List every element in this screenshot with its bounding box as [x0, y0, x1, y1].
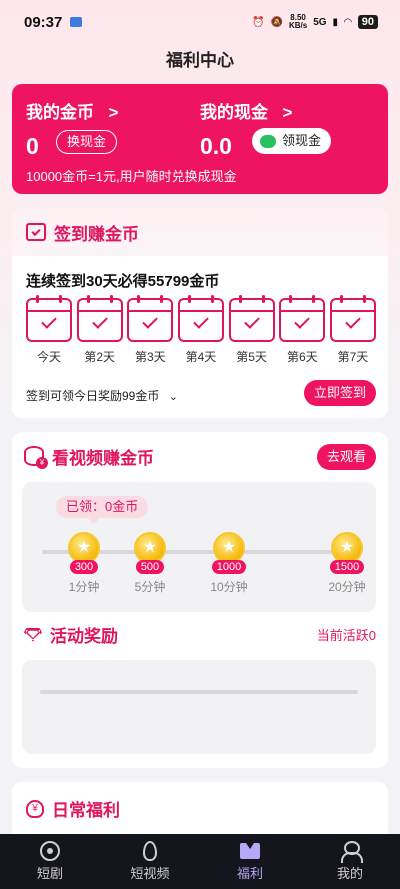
wifi-icon: ◠ — [344, 16, 352, 28]
milestone-time: 5分钟 — [134, 580, 166, 594]
day-label: 第7天 — [337, 350, 369, 364]
signin-day[interactable]: 第7天 — [329, 295, 376, 365]
video-progress: 已领：0金币 ★ 300 1分钟 ★ 500 5分钟 ★ 1000 10分钟 ★… — [22, 482, 376, 612]
cash-value: 0.0 — [200, 133, 232, 159]
exchange-cash-button[interactable]: 换现金 — [56, 130, 118, 154]
status-bar: 09:37 ⏰ 🔕 8.50 KB/s 5G ▮ ◠ 90 — [0, 0, 400, 44]
activity-track — [40, 690, 358, 694]
activity-title: 活动奖励 — [50, 627, 118, 646]
milestone-time: 10分钟 — [210, 580, 248, 594]
current-active-link[interactable]: 当前活跃0 — [317, 625, 376, 644]
my-cash-section[interactable]: 我的现金 > 0.0 — [200, 98, 293, 159]
claimed-bubble: 已领：0金币 — [56, 496, 149, 524]
network-type: 5G — [313, 16, 327, 28]
day-label: 第2天 — [84, 350, 115, 364]
milestone[interactable]: ★ 500 5分钟 — [130, 532, 170, 595]
tab-label: 短剧 — [36, 866, 63, 881]
milestone[interactable]: ★ 1000 10分钟 — [209, 532, 249, 595]
milestone-coins: 1500 — [329, 560, 365, 574]
tab-short-video[interactable]: 短视频 — [115, 841, 185, 882]
signin-button[interactable]: 立即签到 — [303, 380, 376, 406]
flame-icon — [143, 841, 157, 861]
signin-reward[interactable]: 签到可领今日奖励99金币 ⌄ — [26, 387, 178, 404]
daily-card: ¥ 日常福利 — [12, 782, 388, 842]
chevron-right-icon: > — [108, 103, 119, 122]
milestone-coins: 500 — [135, 560, 165, 574]
my-cash-label: 我的现金 — [200, 103, 268, 122]
money-bag-icon: ¥ — [26, 799, 44, 818]
calendar-check-icon — [127, 295, 174, 342]
daily-title: 日常福利 — [52, 801, 120, 820]
my-coins-label: 我的金币 — [26, 103, 94, 122]
diamond-icon — [24, 627, 42, 642]
coins-card: 我的金币 > 0 换现金 我的现金 > 0.0 领现金 10000金币=1元,用… — [12, 84, 388, 194]
notification-icon — [70, 17, 83, 27]
tab-mine[interactable]: 我的 — [315, 841, 385, 882]
tab-welfare[interactable]: 福利 — [215, 841, 285, 882]
bottom-tab-bar: 短剧 短视频 福利 我的 — [0, 834, 400, 889]
page-title: 福利中心 — [166, 51, 234, 70]
milestone-coins: 1000 — [211, 560, 247, 574]
day-label: 第4天 — [185, 350, 217, 364]
chevron-right-icon: > — [282, 103, 293, 122]
film-reel-icon — [40, 841, 60, 861]
calendar-check-icon — [177, 295, 224, 342]
milestone-time: 1分钟 — [68, 580, 100, 594]
calendar-check-icon — [26, 295, 72, 342]
exchange-rate-note: 10000金币=1元,用户随时兑换成现金 — [26, 169, 237, 184]
signin-days: 今天 第2天 第3天 第4天 第5天 第6天 第7天 — [26, 295, 376, 365]
signin-title: 签到赚金币 — [54, 224, 139, 244]
calendar-check-icon — [329, 295, 376, 342]
video-title: 看视频赚金币 — [52, 448, 154, 468]
signin-reward-text: 签到可领今日奖励99金币 — [26, 389, 160, 403]
my-coins-section[interactable]: 我的金币 > 0 — [26, 98, 119, 159]
activity-progress — [22, 660, 376, 754]
coins-value: 0 — [26, 133, 39, 159]
watch-video-button[interactable]: 去观看 — [316, 444, 376, 470]
status-time: 09:37 — [24, 13, 63, 31]
milestone-time: 20分钟 — [328, 580, 366, 594]
calendar-check-icon — [228, 295, 275, 342]
signin-day[interactable]: 第5天 — [228, 295, 275, 365]
network-speed: 8.50 KB/s — [288, 13, 308, 30]
day-label: 今天 — [36, 350, 61, 364]
coin-stack-icon — [24, 446, 48, 469]
day-label: 第5天 — [236, 350, 267, 364]
signin-day[interactable]: 第2天 — [76, 295, 123, 365]
signin-day[interactable]: 第3天 — [127, 295, 174, 365]
day-label: 第6天 — [286, 350, 318, 364]
calendar-check-icon — [26, 223, 46, 241]
signin-day[interactable]: 第6天 — [279, 295, 326, 365]
claim-cash-label: 领现金 — [282, 133, 322, 148]
user-icon — [341, 841, 363, 863]
day-label: 第3天 — [134, 350, 166, 364]
activity-header: 活动奖励 当前活跃0 — [24, 622, 376, 647]
claim-cash-button[interactable]: 领现金 — [252, 128, 332, 154]
calendar-check-icon — [76, 295, 123, 342]
signin-day[interactable]: 第4天 — [177, 295, 224, 365]
milestone[interactable]: ★ 1500 20分钟 — [327, 532, 367, 595]
wechat-icon — [260, 134, 276, 148]
gift-icon — [240, 843, 260, 859]
tab-label: 我的 — [336, 866, 363, 881]
alarm-icon: ⏰ — [252, 16, 265, 28]
milestone[interactable]: ★ 300 1分钟 — [64, 532, 104, 595]
mute-icon: 🔕 — [270, 16, 283, 28]
battery-indicator: 90 — [357, 15, 378, 29]
signin-day[interactable]: 今天 — [26, 295, 72, 365]
milestone-coins: 300 — [69, 560, 99, 574]
signin-streak-text: 连续签到30天必得55799金币 — [26, 273, 220, 290]
tab-label: 福利 — [236, 866, 263, 881]
tab-label: 短视频 — [130, 866, 170, 881]
video-card: 看视频赚金币 去观看 已领：0金币 ★ 300 1分钟 ★ 500 5分钟 ★ … — [12, 432, 388, 768]
calendar-check-icon — [279, 295, 326, 342]
chevron-down-icon[interactable]: ⌄ — [169, 391, 178, 403]
signal-icon: ▮ — [332, 16, 339, 28]
tab-short-drama[interactable]: 短剧 — [15, 841, 85, 882]
signin-card: 签到赚金币 连续签到30天必得55799金币 今天 第2天 第3天 第4天 第5… — [12, 208, 388, 418]
